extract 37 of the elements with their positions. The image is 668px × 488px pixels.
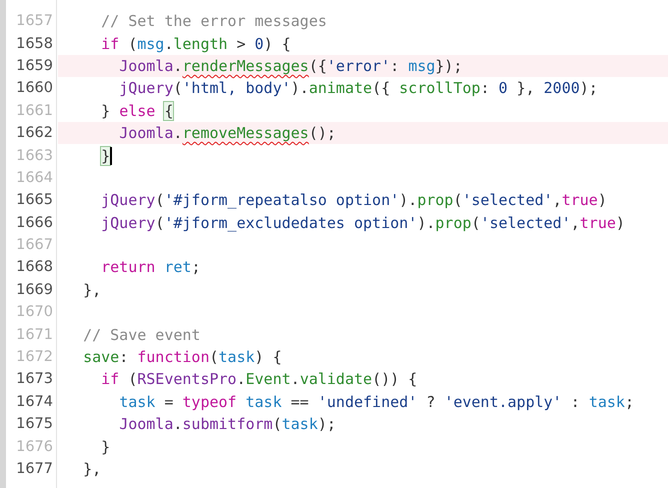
code-line: if (RSEventsPro.Event.validate()) { bbox=[100, 369, 418, 390]
line-number: 1665 bbox=[15, 192, 53, 208]
line-number: 1662 bbox=[15, 125, 53, 142]
line-number: 1674 bbox=[15, 394, 53, 410]
code-line: jQuery('html, body').animate({ scrollTop: 0 }, 2000); bbox=[118, 78, 599, 100]
line-number: 1659 bbox=[15, 58, 53, 74]
code-line: // Save event bbox=[82, 324, 202, 346]
code-line: }, bbox=[82, 280, 102, 301]
line-number: 1663 bbox=[15, 148, 53, 164]
line-number: 1660 bbox=[15, 80, 53, 96]
line-number: 1667 bbox=[15, 237, 53, 254]
code-line: }, bbox=[82, 459, 102, 480]
line-number: 1661 bbox=[15, 102, 53, 119]
line-number: 1666 bbox=[15, 214, 53, 231]
code-line: Joomla.submitform(task); bbox=[118, 414, 337, 436]
line-number: 1675 bbox=[15, 416, 53, 432]
line-number: 1668 bbox=[15, 259, 53, 276]
code-line: // Set the error messages bbox=[100, 11, 328, 32]
code-line: jQuery('#jform_excludedates option').prop('selected',true) bbox=[100, 212, 626, 234]
line-number: 1671 bbox=[15, 326, 53, 343]
code-line: task = typeof task == 'undefined' ? 'event.apply' : task; bbox=[118, 392, 635, 413]
code-line: jQuery('#jform_repeatalso option').prop('selected',true) bbox=[100, 190, 608, 212]
code-line: if (msg.length > 0) { bbox=[100, 34, 292, 55]
line-number: 1657 bbox=[15, 13, 53, 30]
line-number: 1658 bbox=[15, 36, 53, 52]
code-line: } bbox=[100, 436, 112, 458]
line-number: 1664 bbox=[15, 170, 53, 186]
line-number: 1673 bbox=[15, 371, 53, 388]
line-number: 1672 bbox=[15, 349, 53, 366]
code-line: save: function(task) { bbox=[82, 347, 283, 368]
code-line: return ret; bbox=[100, 257, 202, 278]
line-number: 1677 bbox=[15, 461, 53, 477]
line-number: 1676 bbox=[15, 438, 53, 455]
line-number: 1670 bbox=[15, 304, 53, 320]
scrollbar[interactable] bbox=[0, 0, 6, 488]
line-number: 1669 bbox=[15, 282, 53, 298]
code-line: } else { bbox=[100, 100, 174, 122]
